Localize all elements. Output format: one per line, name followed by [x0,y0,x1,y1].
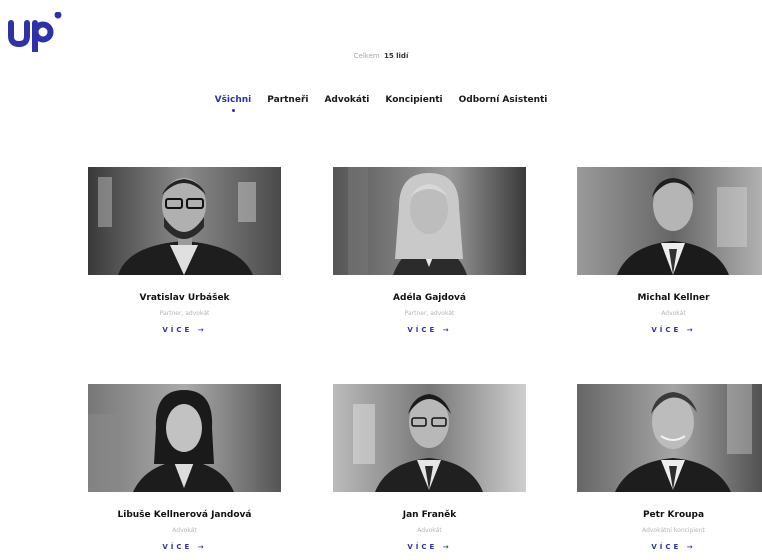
tab-partners[interactable]: Partneři [267,95,308,105]
person-card: Vratislav Urbášek Partner, advokát VÍCE … [88,167,281,334]
person-card: Libuše Kellnerová Jandová Advokát VÍCE → [88,384,281,551]
tab-associates[interactable]: Koncipienti [385,95,442,105]
portrait-image [333,384,526,492]
person-card: Petr Kroupa Advokátní koncipient VÍCE → [577,384,762,551]
total-count: 15 lidí [383,52,409,60]
portrait-image [577,384,762,492]
person-card: Jan Franěk Advokát VÍCE → [333,384,526,551]
team-page: Celkem 15 lidí Všichni Partneři Advokáti… [0,0,762,560]
person-role: Partner, advokát [159,310,210,317]
person-role: Advokát [661,310,686,317]
person-name: Adéla Gajdová [393,293,466,303]
more-link[interactable]: VÍCE → [333,543,526,551]
up-logo[interactable] [8,12,64,52]
person-name: Vratislav Urbášek [139,293,230,303]
person-photo[interactable] [577,167,762,275]
person-role: Advokát [172,527,197,534]
portrait-image [88,167,281,275]
portrait-image [577,167,762,275]
person-name: Libuše Kellnerová Jandová [117,510,252,520]
person-role: Advokátní koncipient [642,527,705,534]
person-role: Partner, advokát [404,310,455,317]
person-photo[interactable] [333,167,526,275]
portrait-image [333,167,526,275]
person-role: Advokát [417,527,442,534]
person-name: Michal Kellner [637,293,710,303]
more-link[interactable]: VÍCE → [577,326,762,334]
tab-all[interactable]: Všichni [215,95,251,112]
portrait-image [88,384,281,492]
more-link[interactable]: VÍCE → [333,326,526,334]
people-count: Celkem 15 lidí [0,52,762,60]
more-link[interactable]: VÍCE → [577,543,762,551]
tab-attorneys[interactable]: Advokáti [324,95,369,105]
person-card: Adéla Gajdová Partner, advokát VÍCE → [333,167,526,334]
more-link[interactable]: VÍCE → [88,543,281,551]
person-photo[interactable] [577,384,762,492]
person-photo[interactable] [88,167,281,275]
logo-icon [8,12,62,52]
person-card: Michal Kellner Advokát VÍCE → [577,167,762,334]
person-photo[interactable] [88,384,281,492]
category-tabs: Všichni Partneři Advokáti Koncipienti Od… [0,95,762,112]
tab-assistants[interactable]: Odborní Asistenti [459,95,548,105]
person-name: Jan Franěk [402,510,457,520]
more-link[interactable]: VÍCE → [88,326,281,334]
person-name: Petr Kroupa [642,510,705,520]
person-photo[interactable] [333,384,526,492]
total-label: Celkem [353,52,380,60]
